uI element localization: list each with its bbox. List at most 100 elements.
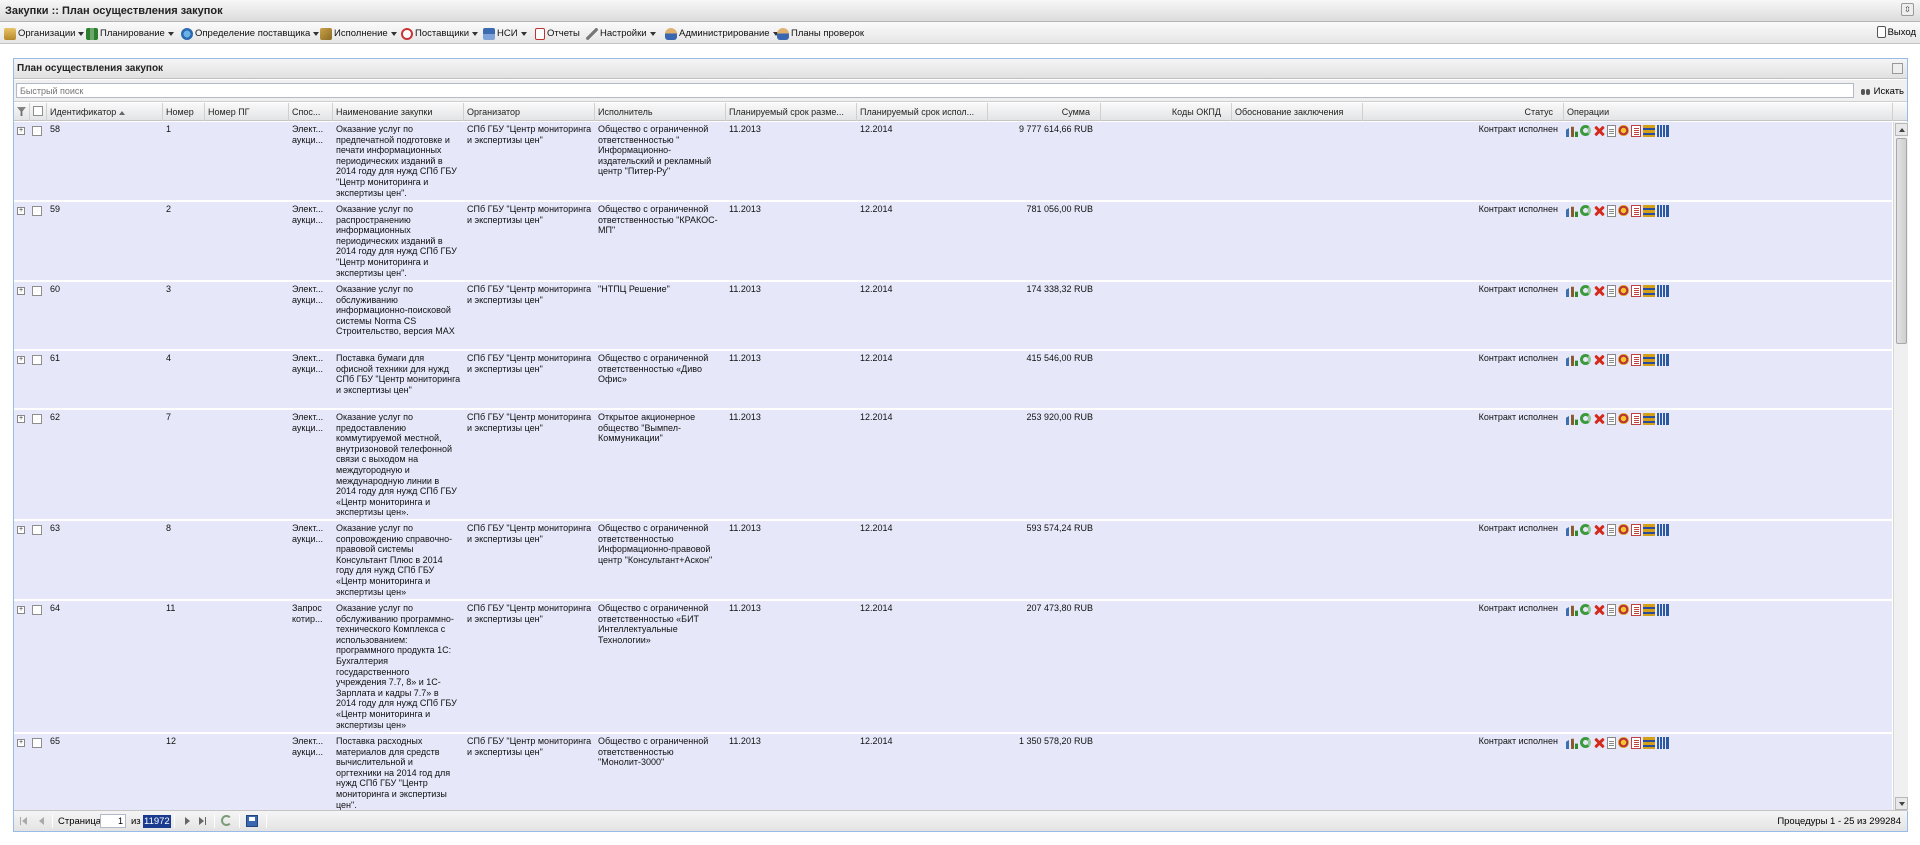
chart-icon[interactable]: [1566, 605, 1578, 616]
menu-organizations[interactable]: Организации: [4, 26, 85, 41]
table-row[interactable]: + 65 12 Элект... аукци... Поставка расхо…: [14, 734, 1892, 811]
bars-icon[interactable]: [1657, 285, 1669, 297]
column-header-executor[interactable]: Исполнитель: [595, 103, 726, 121]
document-icon[interactable]: [1607, 524, 1616, 536]
delete-icon[interactable]: [1593, 604, 1605, 616]
list-icon[interactable]: [1631, 205, 1641, 217]
column-header-organizer[interactable]: Организатор: [464, 103, 595, 121]
list-icon[interactable]: [1631, 737, 1641, 749]
scroll-down-icon[interactable]: [1895, 797, 1908, 810]
last-page-icon[interactable]: [197, 815, 209, 827]
delete-icon[interactable]: [1593, 125, 1605, 137]
expand-row-icon[interactable]: +: [17, 739, 25, 747]
quick-search-input[interactable]: [16, 83, 1854, 98]
stack-icon[interactable]: [1643, 524, 1655, 536]
page-number-input[interactable]: [100, 814, 126, 828]
list-icon[interactable]: [1631, 354, 1641, 366]
column-header-name[interactable]: Наименование закупки: [333, 103, 464, 121]
table-row[interactable]: + 62 7 Элект... аукци... Оказание услуг …: [14, 410, 1892, 520]
row-checkbox[interactable]: [32, 738, 42, 748]
stack-icon[interactable]: [1643, 413, 1655, 425]
menu-reference-data[interactable]: НСИ: [483, 26, 527, 41]
refresh-icon[interactable]: [1580, 205, 1591, 216]
clear-filter-icon[interactable]: [14, 103, 30, 121]
bars-icon[interactable]: [1657, 604, 1669, 616]
list-icon[interactable]: [1631, 285, 1641, 297]
menu-inspection-plans[interactable]: Планы проверок: [777, 26, 864, 41]
column-header-id[interactable]: Идентификатор: [47, 103, 163, 121]
select-all-checkbox[interactable]: [33, 106, 43, 116]
expand-row-icon[interactable]: +: [17, 356, 25, 364]
list-icon[interactable]: [1631, 524, 1641, 536]
menu-suppliers[interactable]: Поставщики: [401, 26, 479, 41]
chart-icon[interactable]: [1566, 126, 1578, 137]
chart-icon[interactable]: [1566, 286, 1578, 297]
delete-icon[interactable]: [1593, 524, 1605, 536]
menu-execution[interactable]: Исполнение: [320, 26, 397, 41]
refresh-icon[interactable]: [1580, 413, 1591, 424]
bars-icon[interactable]: [1657, 413, 1669, 425]
row-checkbox[interactable]: [32, 355, 42, 365]
refresh-icon[interactable]: [1580, 737, 1591, 748]
document-icon[interactable]: [1607, 125, 1616, 137]
delete-icon[interactable]: [1593, 285, 1605, 297]
table-row[interactable]: + 64 11 Запрос котир... Оказание услуг п…: [14, 601, 1892, 733]
stack-icon[interactable]: [1643, 125, 1655, 137]
document-icon[interactable]: [1607, 604, 1616, 616]
expand-row-icon[interactable]: +: [17, 127, 25, 135]
bars-icon[interactable]: [1657, 125, 1669, 137]
bars-icon[interactable]: [1657, 205, 1669, 217]
delete-icon[interactable]: [1593, 413, 1605, 425]
menu-settings[interactable]: Настройки: [586, 26, 656, 41]
expand-row-icon[interactable]: +: [17, 207, 25, 215]
document-icon[interactable]: [1607, 205, 1616, 217]
document-icon[interactable]: [1607, 413, 1616, 425]
delete-icon[interactable]: [1593, 205, 1605, 217]
first-page-icon[interactable]: [19, 815, 31, 827]
scroll-thumb[interactable]: [1896, 138, 1907, 344]
row-checkbox[interactable]: [32, 286, 42, 296]
menu-supplier-selection[interactable]: Определение поставщика: [181, 26, 320, 41]
emblem-icon[interactable]: [1618, 354, 1629, 365]
column-header-method[interactable]: Спос...: [289, 103, 333, 121]
collapse-icon[interactable]: ⇳: [1901, 3, 1914, 16]
table-row[interactable]: + 61 4 Элект... аукци... Поставка бумаги…: [14, 351, 1892, 409]
column-header-plan-placement[interactable]: Планируемый срок разме...: [726, 103, 857, 121]
emblem-icon[interactable]: [1618, 604, 1629, 615]
column-header-status[interactable]: Статус: [1363, 103, 1564, 121]
refresh-icon[interactable]: [1580, 524, 1591, 535]
next-page-icon[interactable]: [181, 815, 193, 827]
stack-icon[interactable]: [1643, 285, 1655, 297]
delete-icon[interactable]: [1593, 737, 1605, 749]
table-row[interactable]: + 63 8 Элект... аукци... Оказание услуг …: [14, 521, 1892, 600]
bars-icon[interactable]: [1657, 737, 1669, 749]
bars-icon[interactable]: [1657, 524, 1669, 536]
row-checkbox[interactable]: [32, 525, 42, 535]
table-row[interactable]: + 59 2 Элект... аукци... Оказание услуг …: [14, 202, 1892, 281]
delete-icon[interactable]: [1593, 354, 1605, 366]
scroll-up-icon[interactable]: [1895, 123, 1908, 136]
emblem-icon[interactable]: [1618, 413, 1629, 424]
table-row[interactable]: + 58 1 Элект... аукци... Оказание услуг …: [14, 122, 1892, 201]
row-checkbox[interactable]: [32, 605, 42, 615]
expand-row-icon[interactable]: +: [17, 287, 25, 295]
menu-administration[interactable]: Администрирование: [665, 26, 779, 41]
stack-icon[interactable]: [1643, 604, 1655, 616]
chart-icon[interactable]: [1566, 206, 1578, 217]
expand-row-icon[interactable]: +: [17, 526, 25, 534]
chart-icon[interactable]: [1566, 355, 1578, 366]
expand-row-icon[interactable]: +: [17, 606, 25, 614]
stack-icon[interactable]: [1643, 354, 1655, 366]
stack-icon[interactable]: [1643, 737, 1655, 749]
column-header-plan-execution[interactable]: Планируемый срок испол...: [857, 103, 988, 121]
list-icon[interactable]: [1631, 413, 1641, 425]
row-checkbox[interactable]: [32, 414, 42, 424]
emblem-icon[interactable]: [1618, 125, 1629, 136]
emblem-icon[interactable]: [1618, 205, 1629, 216]
stack-icon[interactable]: [1643, 205, 1655, 217]
vertical-scrollbar[interactable]: [1893, 122, 1908, 811]
bars-icon[interactable]: [1657, 354, 1669, 366]
refresh-icon[interactable]: [1580, 125, 1591, 136]
row-checkbox[interactable]: [32, 126, 42, 136]
emblem-icon[interactable]: [1618, 737, 1629, 748]
